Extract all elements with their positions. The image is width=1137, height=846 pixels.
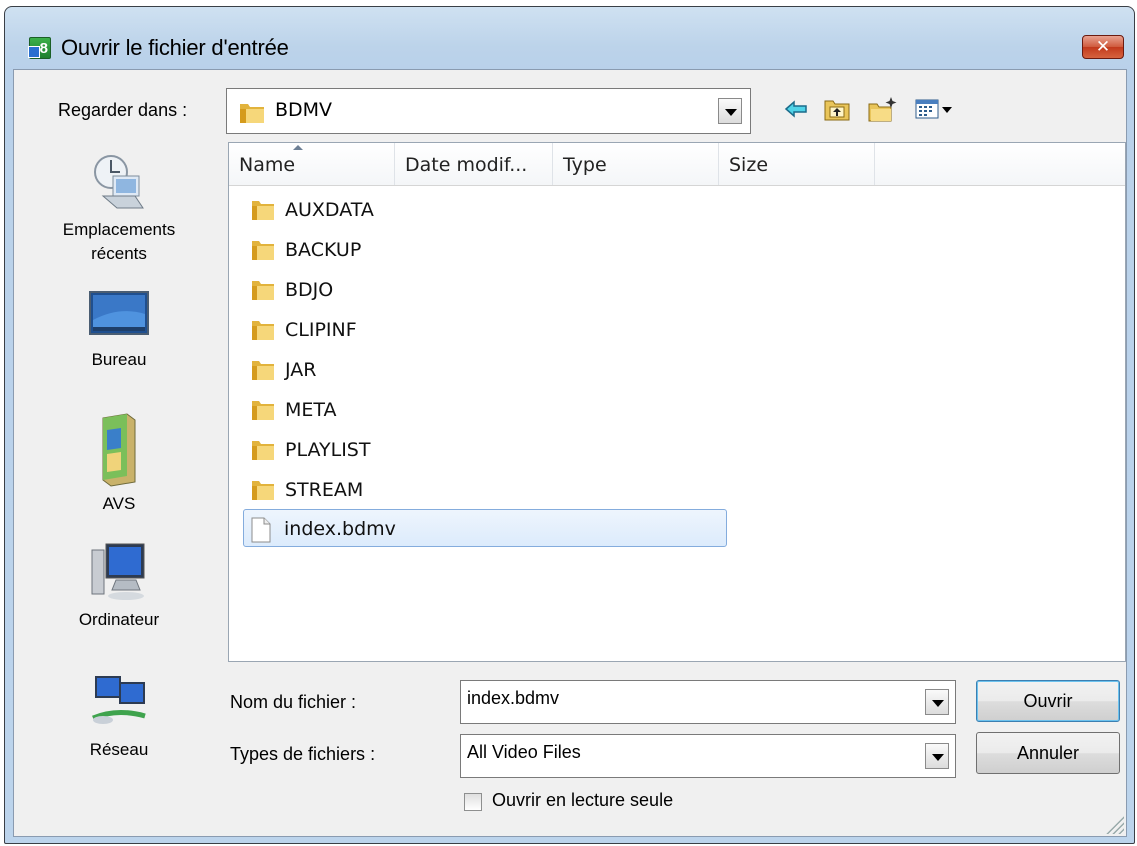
- list-item-name: BACKUP: [285, 239, 362, 261]
- list-item-folder[interactable]: META: [245, 391, 405, 429]
- filetype-label: Types de fichiers :: [230, 744, 376, 764]
- readonly-checkbox[interactable]: [464, 793, 482, 811]
- column-header-type[interactable]: Type: [553, 143, 719, 185]
- place-desktop[interactable]: Bureau: [14, 290, 224, 370]
- folder-icon: [239, 100, 265, 128]
- look-in-combobox[interactable]: BDMV: [226, 88, 751, 134]
- place-avs-label: AVS: [102, 494, 136, 513]
- list-item-name: CLIPINF: [285, 319, 357, 341]
- column-header-size[interactable]: Size: [719, 143, 875, 185]
- folder-icon: [251, 238, 275, 267]
- list-item-name: META: [285, 399, 337, 421]
- list-item-name: AUXDATA: [285, 199, 374, 221]
- place-recent[interactable]: Emplacements récents: [14, 152, 224, 266]
- list-item-folder[interactable]: PLAYLIST: [245, 431, 405, 469]
- resize-grip[interactable]: [1104, 814, 1124, 834]
- network-icon: [89, 674, 149, 732]
- folder-icon: [251, 198, 275, 227]
- list-item-folder[interactable]: STREAM: [245, 471, 405, 509]
- close-button[interactable]: ✕: [1082, 35, 1124, 59]
- view-menu-icon[interactable]: [914, 94, 956, 124]
- desktop-icon: [89, 290, 149, 340]
- column-header-name-label: Name: [239, 154, 296, 176]
- back-arrow-icon[interactable]: [782, 94, 810, 124]
- open-button[interactable]: Ouvrir: [976, 680, 1120, 722]
- dialog-title: Ouvrir le fichier d'entrée: [61, 35, 289, 60]
- list-item-folder[interactable]: BDJO: [245, 271, 405, 309]
- column-header-size-label: Size: [729, 154, 769, 176]
- open-file-dialog: 8 Ouvrir le fichier d'entrée ✕ Regarder …: [4, 6, 1135, 844]
- folder-icon: [251, 358, 275, 387]
- list-item-file-selected[interactable]: index.bdmv: [243, 509, 727, 547]
- column-header-name[interactable]: Name: [229, 143, 395, 185]
- list-item-name: index.bdmv: [284, 518, 396, 540]
- look-in-value: BDMV: [275, 99, 333, 121]
- list-item-folder[interactable]: CLIPINF: [245, 311, 405, 349]
- app-icon: 8: [28, 37, 51, 59]
- avs-folder-icon: [97, 412, 141, 488]
- column-header-date[interactable]: Date modif...: [395, 143, 553, 185]
- places-bar: Emplacements récents Bureau AVS Ordinate…: [14, 140, 224, 830]
- filename-dropdown-button[interactable]: [925, 689, 949, 715]
- filetype-value: All Video Files: [467, 742, 581, 762]
- file-list-view[interactable]: Name Date modif... Type Size AUXDATA BAC…: [228, 142, 1126, 662]
- list-item-folder[interactable]: AUXDATA: [245, 191, 405, 229]
- filename-label: Nom du fichier :: [230, 692, 357, 712]
- dialog-client-area: Regarder dans : BDMV Emplacements récent…: [13, 69, 1127, 837]
- new-folder-icon[interactable]: [866, 94, 900, 124]
- list-item-name: STREAM: [285, 479, 364, 501]
- list-item-name: JAR: [285, 359, 317, 381]
- file-icon: [250, 517, 272, 548]
- filetype-dropdown-button[interactable]: [925, 743, 949, 769]
- sort-ascending-icon: [293, 145, 303, 150]
- title-bar[interactable]: 8 Ouvrir le fichier d'entrée ✕: [5, 7, 1134, 69]
- readonly-checkbox-label[interactable]: Ouvrir en lecture seule: [492, 790, 673, 811]
- filename-value: index.bdmv: [467, 688, 560, 708]
- list-item-folder[interactable]: JAR: [245, 351, 405, 389]
- place-computer-label: Ordinateur: [78, 610, 160, 629]
- folder-icon: [251, 398, 275, 427]
- up-folder-icon[interactable]: [822, 94, 852, 124]
- list-item-name: BDJO: [285, 279, 334, 301]
- filename-combobox[interactable]: index.bdmv: [460, 680, 956, 724]
- place-recent-label: Emplacements récents: [62, 220, 176, 263]
- list-item-name: PLAYLIST: [285, 439, 371, 461]
- column-header-date-label: Date modif...: [405, 154, 528, 176]
- place-network[interactable]: Réseau: [14, 674, 224, 760]
- column-header-type-label: Type: [563, 154, 607, 176]
- list-item-folder[interactable]: BACKUP: [245, 231, 405, 269]
- recent-places-icon: [91, 152, 147, 214]
- place-desktop-label: Bureau: [91, 350, 147, 369]
- folder-icon: [251, 438, 275, 467]
- look-in-label: Regarder dans :: [58, 100, 188, 120]
- folder-icon: [251, 318, 275, 347]
- cancel-button[interactable]: Annuler: [976, 732, 1120, 774]
- column-header-bar: Name Date modif... Type Size: [229, 143, 1125, 186]
- filetype-select[interactable]: All Video Files: [460, 734, 956, 778]
- look-in-dropdown-button[interactable]: [718, 98, 742, 124]
- folder-icon: [251, 478, 275, 507]
- place-avs[interactable]: AVS: [14, 412, 224, 514]
- place-network-label: Réseau: [89, 740, 149, 759]
- place-computer[interactable]: Ordinateur: [14, 540, 224, 630]
- folder-icon: [251, 278, 275, 307]
- computer-icon: [90, 540, 148, 602]
